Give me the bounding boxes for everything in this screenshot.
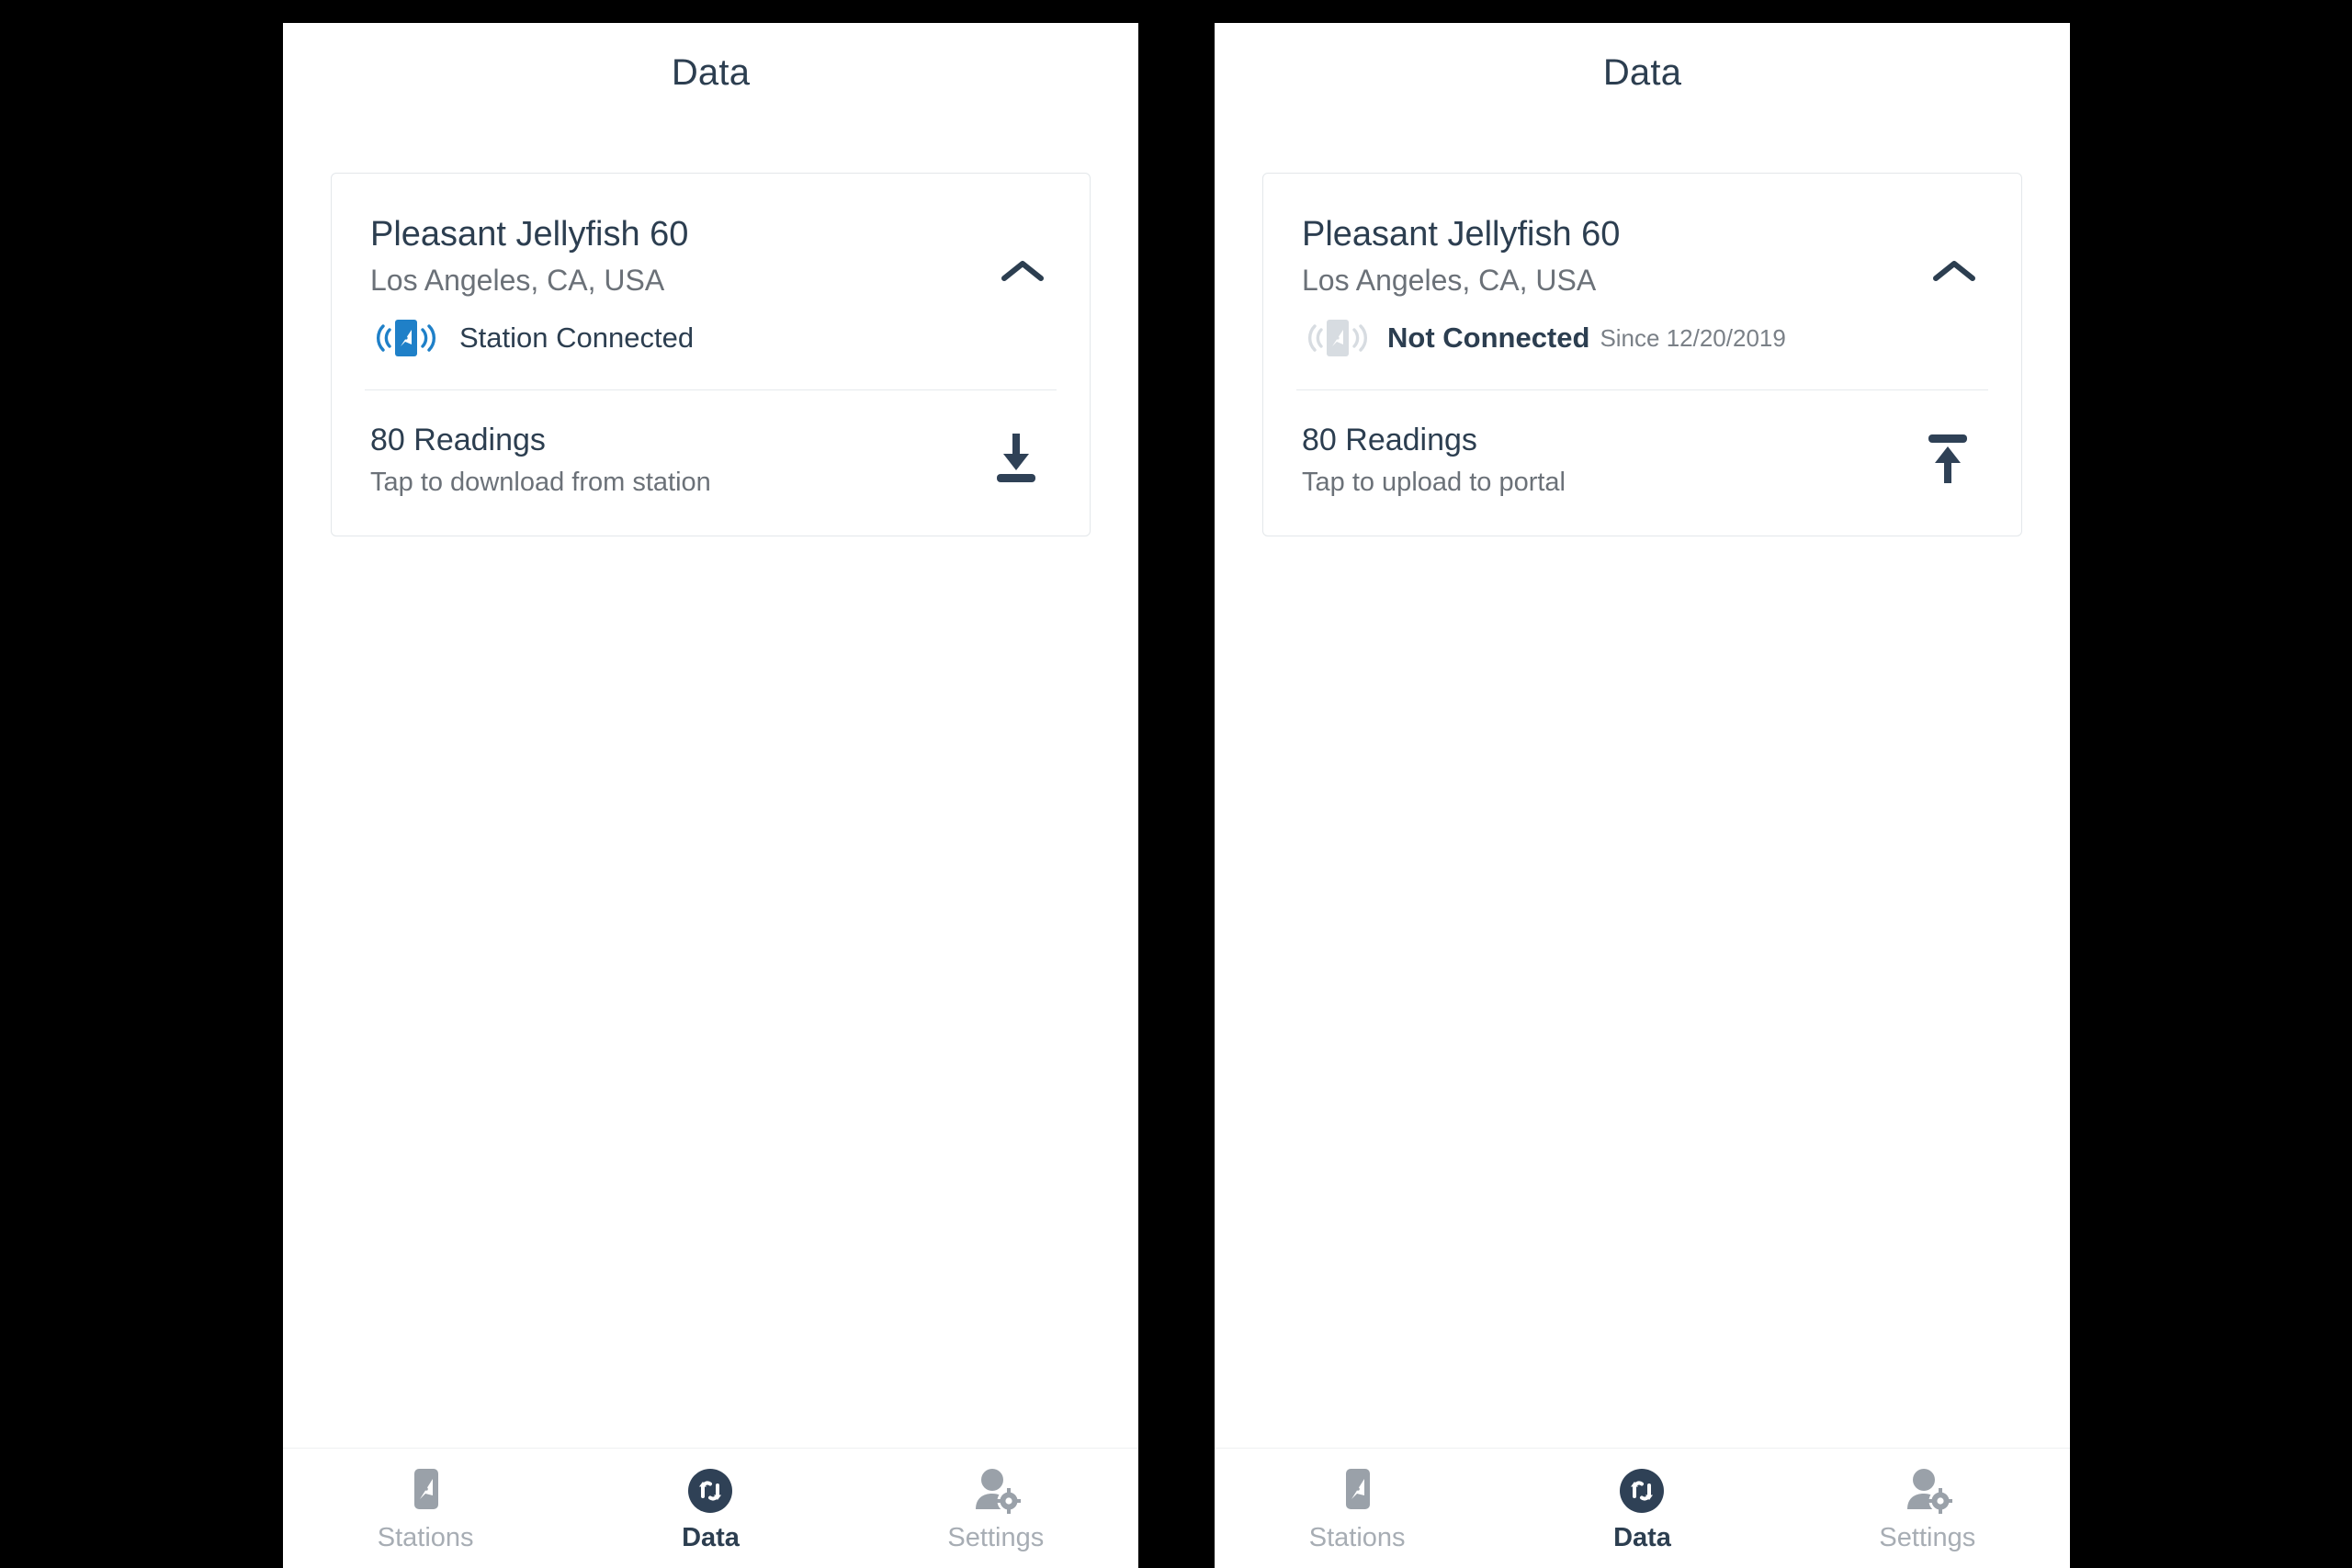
screen-body: Pleasant Jellyfish 60 Los Angeles, CA, U… bbox=[1215, 122, 2070, 1448]
readings-row[interactable]: 80 Readings Tap to download from station bbox=[332, 390, 1090, 536]
user-gear-icon bbox=[970, 1465, 1022, 1517]
station-name: Pleasant Jellyfish 60 bbox=[1302, 215, 1621, 254]
screen-header: Data bbox=[1215, 23, 2070, 122]
phone-screen-connected: Data Pleasant Jellyfish 60 Los Angeles, … bbox=[283, 23, 1138, 1568]
readings-hint: Tap to upload to portal bbox=[1302, 468, 1566, 498]
collapse-toggle-button[interactable] bbox=[1922, 245, 1986, 300]
chevron-up-icon bbox=[1930, 256, 1978, 290]
nav-label-stations: Stations bbox=[377, 1523, 474, 1552]
sync-data-icon bbox=[685, 1465, 735, 1517]
upload-button[interactable] bbox=[1911, 426, 1984, 494]
station-location: Los Angeles, CA, USA bbox=[1302, 263, 1597, 297]
nav-label-settings: Settings bbox=[947, 1523, 1045, 1552]
station-status-label: Station Connected bbox=[459, 321, 695, 355]
station-card-header[interactable]: Pleasant Jellyfish 60 Los Angeles, CA, U… bbox=[332, 174, 1090, 389]
phone-screen-disconnected: Data Pleasant Jellyfish 60 Los Angeles, … bbox=[1215, 23, 2070, 1568]
nav-label-data: Data bbox=[682, 1523, 740, 1552]
nav-label-stations: Stations bbox=[1308, 1523, 1406, 1552]
readings-hint: Tap to download from station bbox=[370, 468, 711, 498]
compass-station-icon bbox=[405, 1465, 446, 1517]
station-card[interactable]: Pleasant Jellyfish 60 Los Angeles, CA, U… bbox=[331, 173, 1091, 537]
station-status-row: Station Connected bbox=[370, 314, 990, 362]
station-name: Pleasant Jellyfish 60 bbox=[370, 215, 689, 254]
download-button[interactable] bbox=[979, 426, 1053, 494]
user-gear-icon bbox=[1902, 1465, 1953, 1517]
station-card-header-text: Pleasant Jellyfish 60 Los Angeles, CA, U… bbox=[370, 214, 990, 362]
screen-body: Pleasant Jellyfish 60 Los Angeles, CA, U… bbox=[283, 122, 1138, 1448]
nav-item-settings[interactable]: Settings bbox=[1785, 1465, 2070, 1551]
nav-label-data: Data bbox=[1613, 1523, 1671, 1552]
station-card-header-text: Pleasant Jellyfish 60 Los Angeles, CA, U… bbox=[1302, 214, 1922, 362]
screen-header: Data bbox=[283, 23, 1138, 122]
nav-item-settings[interactable]: Settings bbox=[854, 1465, 1138, 1551]
station-location: Los Angeles, CA, USA bbox=[370, 263, 665, 297]
readings-text: 80 Readings Tap to upload to portal bbox=[1302, 422, 1911, 499]
readings-count: 80 Readings bbox=[1302, 423, 1477, 458]
nav-item-data[interactable]: Data bbox=[568, 1465, 853, 1551]
readings-text: 80 Readings Tap to download from station bbox=[370, 422, 979, 499]
page-title: Data bbox=[1602, 51, 1682, 93]
nav-item-stations[interactable]: Stations bbox=[283, 1465, 568, 1551]
chevron-up-icon bbox=[999, 256, 1046, 290]
sync-data-icon bbox=[1617, 1465, 1667, 1517]
station-status-since: Since 12/20/2019 bbox=[1600, 323, 1786, 352]
station-status-row: Not Connected Since 12/20/2019 bbox=[1302, 314, 1922, 362]
collapse-toggle-button[interactable] bbox=[990, 245, 1055, 300]
nav-label-settings: Settings bbox=[1879, 1523, 1976, 1552]
page-title: Data bbox=[671, 51, 751, 93]
download-icon bbox=[990, 432, 1042, 490]
station-disconnected-icon bbox=[1302, 314, 1374, 362]
nav-item-stations[interactable]: Stations bbox=[1215, 1465, 1499, 1551]
readings-count: 80 Readings bbox=[370, 423, 546, 458]
station-status-label: Not Connected bbox=[1387, 321, 1590, 355]
compass-station-icon bbox=[1337, 1465, 1377, 1517]
upload-icon bbox=[1922, 432, 1973, 490]
nav-item-data[interactable]: Data bbox=[1499, 1465, 1784, 1551]
station-card[interactable]: Pleasant Jellyfish 60 Los Angeles, CA, U… bbox=[1262, 173, 2022, 537]
bottom-navigation: Stations Data Settings bbox=[1215, 1448, 2070, 1568]
readings-row[interactable]: 80 Readings Tap to upload to portal bbox=[1263, 390, 2021, 536]
bottom-navigation: Stations Data Settings bbox=[283, 1448, 1138, 1568]
station-card-header[interactable]: Pleasant Jellyfish 60 Los Angeles, CA, U… bbox=[1263, 174, 2021, 389]
station-connected-icon bbox=[370, 314, 442, 362]
